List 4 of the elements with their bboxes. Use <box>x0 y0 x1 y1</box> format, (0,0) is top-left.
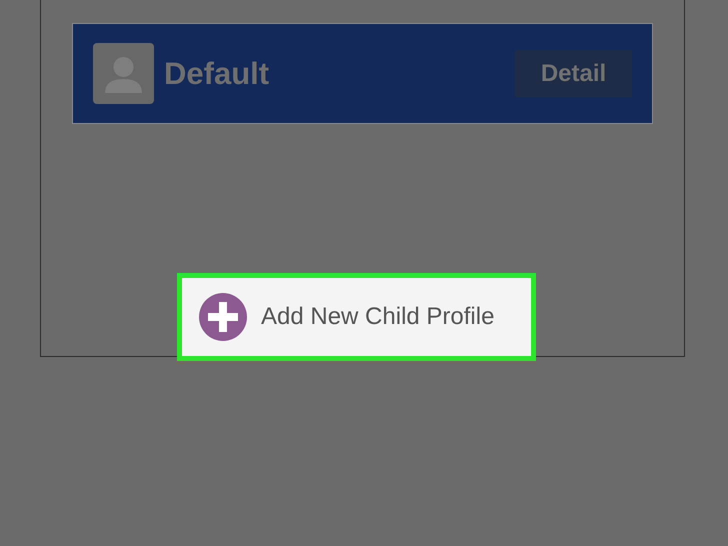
user-icon <box>93 43 154 104</box>
plus-icon <box>199 293 247 341</box>
profile-name: Default <box>164 56 270 92</box>
add-child-profile-button[interactable]: Add New Child Profile <box>177 273 536 361</box>
